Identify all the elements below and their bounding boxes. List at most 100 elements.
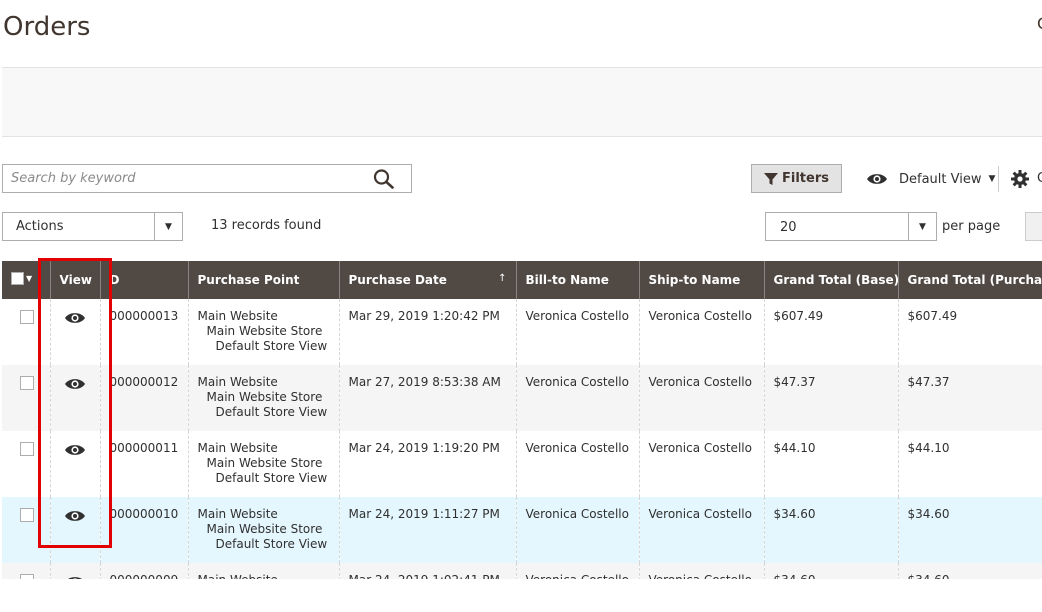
purchase-point-website: Main Website [197, 375, 278, 389]
purchase-point-store: Main Website Store [206, 456, 323, 470]
column-header-total-purchased[interactable]: Grand Total (Purchased) [898, 261, 1042, 299]
eye-icon[interactable] [64, 575, 86, 579]
table-row[interactable]: 000000009Main WebsiteMain Website StoreD… [2, 563, 1042, 579]
gear-icon[interactable] [1011, 170, 1029, 188]
order-id: 000000013 [100, 299, 189, 365]
purchase-point: Main WebsiteMain Website StoreDefault St… [188, 497, 340, 563]
table-row[interactable]: 000000013 Main Website Main Website Store D… [2, 299, 1042, 365]
purchase-point-view: Default Store View [215, 405, 328, 419]
row-select-cell [2, 299, 51, 365]
purchase-point: Main WebsiteMain Website StoreDefault St… [188, 365, 340, 431]
bill-to-name: Veronica Costello [516, 563, 640, 579]
header-cutoff-glyph[interactable]: C [1037, 14, 1042, 33]
purchase-point-website: Main Website [197, 441, 278, 455]
orders-grid: ▼ View D Purchase Point Purchase Date ↑ … [2, 261, 1042, 579]
grand-total-purchased: $47.37 [898, 365, 1042, 431]
ship-to-name: Veronica Costello [639, 431, 765, 497]
chevron-down-icon: ▼ [988, 174, 996, 184]
table-row[interactable]: 000000010 Main Website Main Website Store D… [2, 497, 1042, 563]
grand-total-purchased: $34.60 [898, 497, 1042, 563]
filters-button[interactable]: Filters [751, 164, 842, 193]
eye-icon[interactable] [64, 377, 86, 391]
grand-total-purchased: $607.49 [898, 299, 1042, 365]
order-id: 000000011 [100, 431, 189, 497]
ship-to-name: Veronica Costello [639, 497, 765, 563]
column-header-view[interactable]: View [50, 261, 101, 299]
purchase-point-view: Default Store View [215, 339, 328, 353]
notice-bar [2, 67, 1042, 137]
purchase-point: Main WebsiteMain Website StoreDefault St… [188, 563, 340, 579]
bill-to-name: Veronica Costello [516, 365, 640, 431]
eye-icon[interactable] [64, 443, 86, 457]
column-header-total-base[interactable]: Grand Total (Base) [764, 261, 899, 299]
checkbox-box [11, 272, 24, 285]
bill-to-name: Veronica Costello [516, 497, 640, 563]
column-header-id[interactable]: D [100, 261, 189, 299]
ship-to-name: Veronica Costello [639, 299, 765, 365]
purchase-point: Main WebsiteMain Website StoreDefault St… [188, 299, 340, 365]
order-id: 000000009 [100, 563, 189, 579]
purchase-date: Mar 24, 2019 1:11:27 PM [339, 497, 517, 563]
row-select-cell [2, 497, 51, 563]
table-row[interactable]: 000000011 Main Website Main Website Store D… [2, 431, 1042, 497]
row-select-cell [2, 431, 51, 497]
row-checkbox[interactable] [20, 310, 34, 324]
actions-label: Actions [16, 219, 64, 234]
grand-total-purchased: $44.10 [898, 431, 1042, 497]
row-select-cell [2, 563, 51, 579]
view-cell [50, 365, 101, 431]
order-id: 000000012 [100, 365, 189, 431]
page-title: Orders [3, 12, 91, 42]
column-header-purchase-point[interactable]: Purchase Point [188, 261, 340, 299]
toolbar-divider [998, 166, 999, 192]
row-checkbox[interactable] [20, 574, 34, 579]
view-cell [50, 563, 101, 579]
search-box [2, 164, 412, 193]
grand-total-base: $44.10 [764, 431, 899, 497]
purchase-point-view: Default Store View [215, 471, 328, 485]
row-checkbox[interactable] [20, 442, 34, 456]
purchase-date: Mar 27, 2019 8:53:38 AM [339, 365, 517, 431]
eye-icon[interactable] [64, 311, 86, 325]
row-checkbox[interactable] [20, 508, 34, 522]
order-id: 000000010 [100, 497, 189, 563]
purchase-point: Main WebsiteMain Website StoreDefault St… [188, 431, 340, 497]
purchase-date: Mar 24, 2019 1:02:41 PM [339, 563, 517, 579]
view-cell [50, 497, 101, 563]
pager-prev-button[interactable] [1025, 212, 1042, 241]
caret-down-icon: ▼ [26, 274, 33, 283]
search-input[interactable] [11, 165, 361, 192]
view-cell [50, 431, 101, 497]
purchase-date: Mar 29, 2019 1:20:42 PM [339, 299, 517, 365]
column-header-ship-to[interactable]: Ship-to Name [639, 261, 765, 299]
select-all-header[interactable]: ▼ [2, 261, 51, 299]
orders-table: ▼ View D Purchase Point Purchase Date ↑ … [2, 261, 1042, 579]
select-all-checkbox[interactable]: ▼ [11, 272, 32, 285]
row-select-cell [2, 365, 51, 431]
ship-to-name: Veronica Costello [639, 365, 765, 431]
records-found: 13 records found [211, 218, 322, 233]
table-row[interactable]: 000000012 Main Website Main Website Store D… [2, 365, 1042, 431]
purchase-date: Mar 24, 2019 1:19:20 PM [339, 431, 517, 497]
filter-icon [764, 172, 778, 185]
purchase-point-store: Main Website Store [206, 522, 323, 536]
row-checkbox[interactable] [20, 376, 34, 390]
purchase-point-website: Main Website [197, 507, 278, 521]
actions-dropdown[interactable]: Actions ▼ [2, 212, 183, 241]
table-header-row: ▼ View D Purchase Point Purchase Date ↑ … [2, 261, 1042, 299]
eye-icon[interactable] [64, 509, 86, 523]
filters-label: Filters [782, 171, 829, 186]
purchase-point-website: Main Website [197, 309, 278, 323]
column-header-purchase-date[interactable]: Purchase Date ↑ [339, 261, 517, 299]
search-icon[interactable] [373, 169, 395, 189]
chevron-down-icon: ▼ [908, 213, 936, 240]
grand-total-purchased: $34.60 [898, 563, 1042, 579]
columns-control-label[interactable]: C [1037, 171, 1042, 186]
ship-to-name: Veronica Costello [639, 563, 765, 579]
column-header-bill-to[interactable]: Bill-to Name [516, 261, 640, 299]
grand-total-base: $34.60 [764, 563, 899, 579]
per-page-value: 20 [780, 220, 797, 235]
per-page-select[interactable]: 20 ▼ [765, 212, 937, 241]
chevron-down-icon: ▼ [154, 213, 182, 240]
default-view-dropdown[interactable]: Default View ▼ [866, 166, 995, 192]
